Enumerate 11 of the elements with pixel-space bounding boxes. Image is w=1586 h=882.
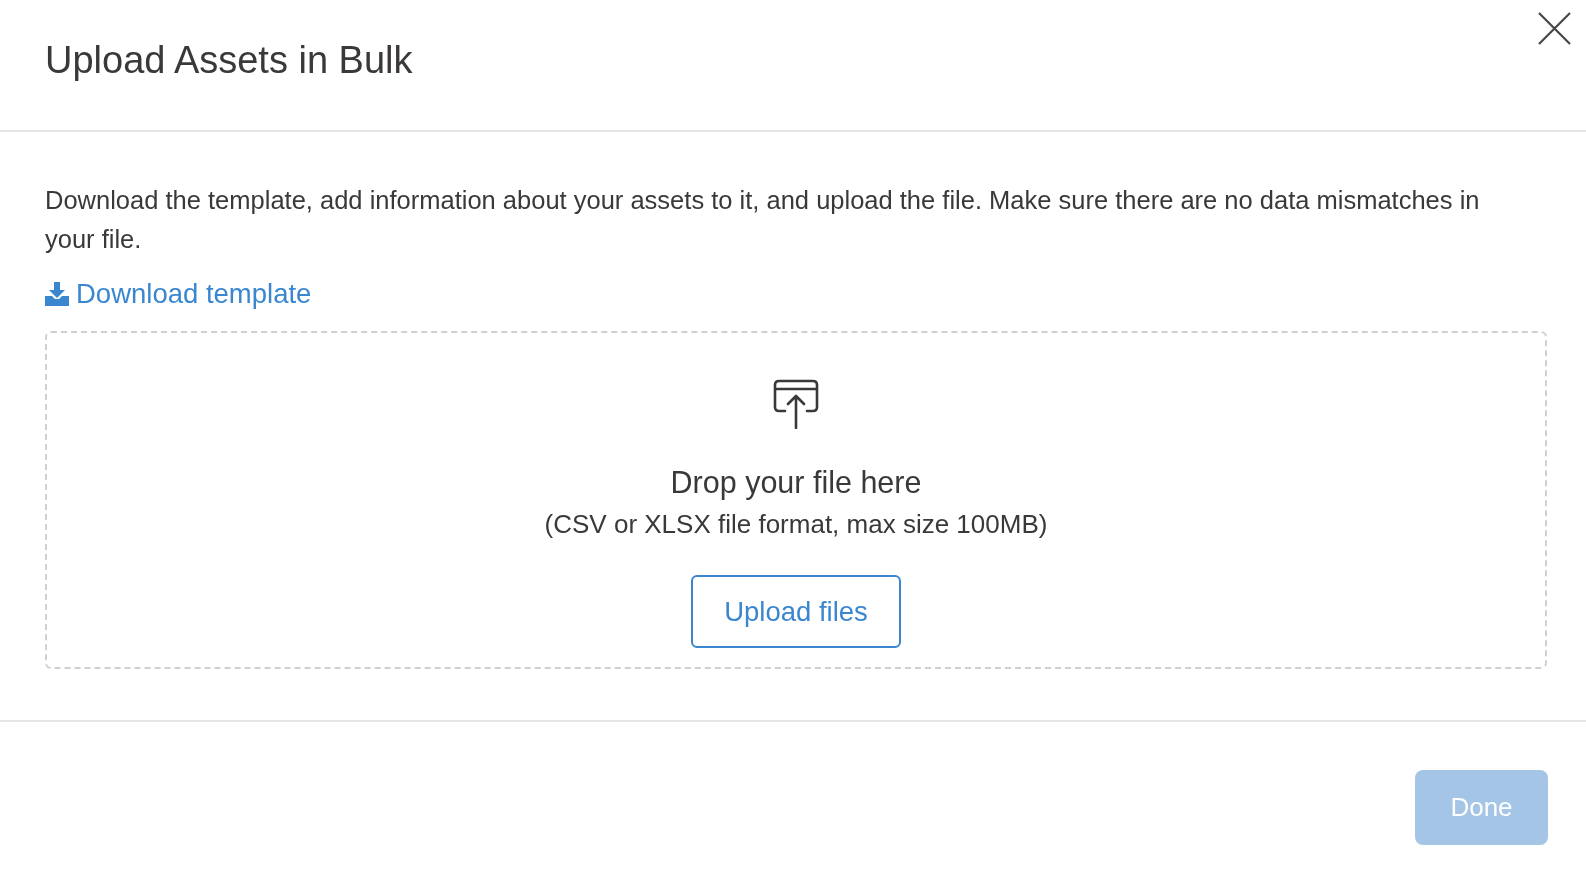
download-template-link[interactable]: Download template [45,278,312,310]
upload-files-button[interactable]: Upload files [691,575,901,648]
close-button[interactable] [1538,12,1571,45]
download-icon [45,282,69,306]
instructions-text: Download the template, add information about your assets to it, and upload the file. Make sure there are no data mismatches in your file. [45,185,1481,255]
dialog-title: Upload Assets in Bulk [45,38,413,82]
file-drop-zone[interactable]: Drop your file here (CSV or XLSX file format, max size 100MB) Upload files [45,331,1547,669]
close-icon [1538,12,1571,45]
drop-heading: Drop your file here [670,464,922,501]
file-format-hint: (CSV or XLSX file format, max size 100MB) [544,508,1048,541]
upload-tray-icon [773,379,819,429]
